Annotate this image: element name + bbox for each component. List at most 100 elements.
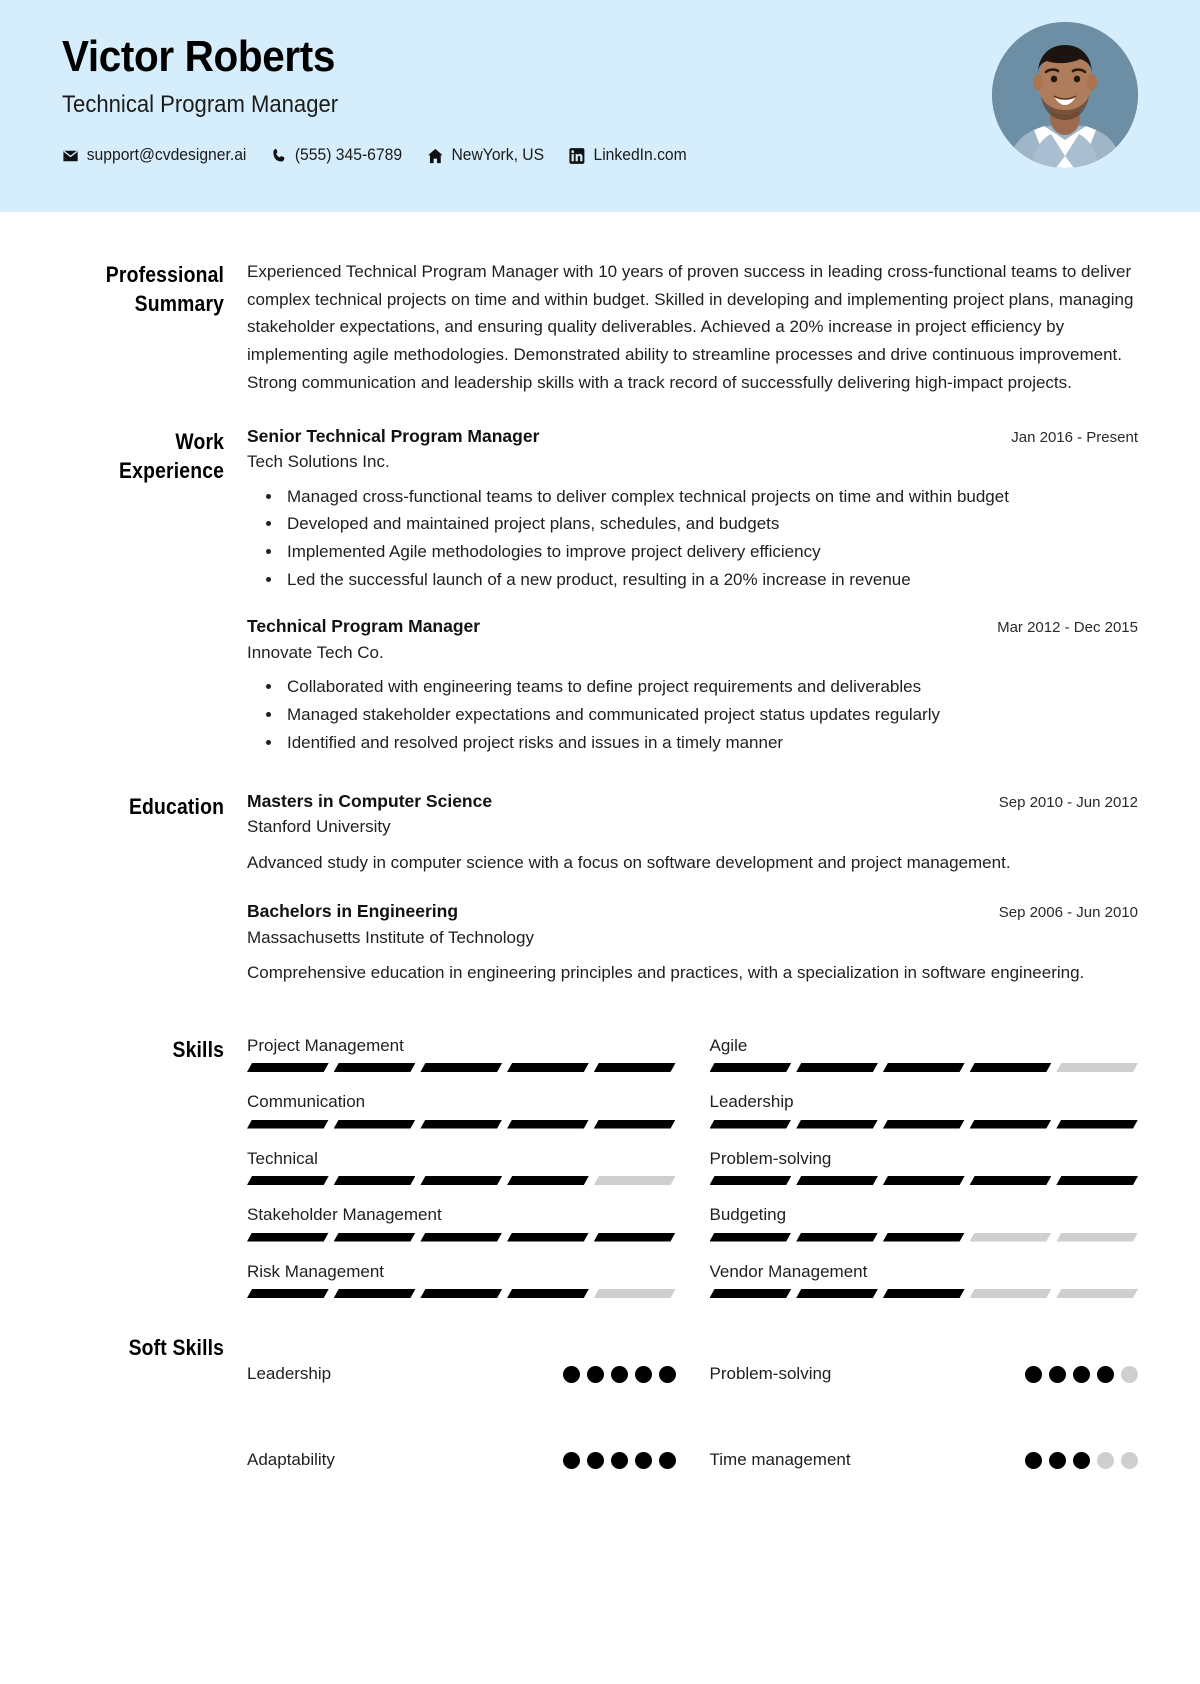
summary-text: Experienced Technical Program Manager wi…: [247, 262, 1134, 392]
skill-level-segment: [796, 1120, 878, 1129]
skill-item: Vendor Management: [709, 1259, 1139, 1316]
section-label-soft-skills: Soft Skills: [128, 1335, 225, 1360]
soft-skill-dot: [1073, 1365, 1090, 1383]
soft-skill-dot: [610, 1365, 628, 1383]
skill-name: Budgeting: [709, 1205, 787, 1224]
skill-level-segment: [594, 1289, 676, 1298]
education-entry: Masters in Computer Science Sep 2010 - J…: [247, 790, 1138, 876]
skill-item: Agile: [709, 1033, 1139, 1090]
skill-item: Technical: [247, 1146, 676, 1203]
section-skills: Skills Project Management Agile Communicat…: [62, 1033, 1138, 1316]
skill-name: Agile: [709, 1035, 748, 1055]
experience-bullets: Managed cross-functional teams to delive…: [283, 484, 1138, 593]
experience-title: Senior Technical Program Manager: [247, 425, 540, 446]
soft-skill-dot: [562, 1451, 580, 1469]
soft-skill-dot: [1121, 1451, 1138, 1469]
skill-level-segment: [507, 1289, 589, 1298]
skill-level-segment: [970, 1120, 1052, 1129]
skill-level-segment: [796, 1233, 878, 1242]
soft-skill-dot: [658, 1365, 676, 1383]
section-soft-skills: Soft Skills Leadership Problem-solving Ada…: [62, 1331, 1138, 1503]
skill-level-bar: [247, 1289, 676, 1298]
experience-bullet: Collaborated with engineering teams to d…: [283, 674, 1138, 700]
soft-skills-grid: Leadership Problem-solving Adaptability Tim…: [247, 1331, 1138, 1503]
skill-level-segment: [334, 1120, 416, 1129]
phone-icon: [271, 147, 287, 164]
candidate-name: Victor Roberts: [62, 32, 336, 81]
experience-bullet: Developed and maintained project plans, …: [283, 511, 1138, 537]
skill-level-segment: [247, 1233, 329, 1242]
experience-bullet: Managed cross-functional teams to delive…: [283, 484, 1138, 510]
skill-level-segment: [1056, 1063, 1138, 1072]
soft-skill-name: Time management: [709, 1450, 851, 1469]
soft-skill-item: Time management: [709, 1417, 1138, 1503]
skill-level-segment: [970, 1289, 1052, 1298]
skill-level-segment: [507, 1063, 589, 1072]
experience-entry: Technical Program Manager Mar 2012 - Dec…: [247, 615, 1138, 756]
education-entries: Masters in Computer Science Sep 2010 - J…: [247, 790, 1138, 987]
resume-page: Victor Roberts Technical Program Manager…: [0, 0, 1200, 1684]
soft-skill-item: Adaptability: [247, 1417, 676, 1503]
skill-level-segment: [1056, 1233, 1138, 1242]
experience-organization: Innovate Tech Co.: [247, 642, 384, 662]
envelope-icon: [62, 147, 79, 165]
skill-level-segment: [247, 1176, 329, 1185]
skill-level-bar: [247, 1063, 676, 1072]
soft-skill-name: Leadership: [247, 1364, 332, 1383]
soft-skill-dot: [634, 1365, 652, 1383]
experience-entry: Senior Technical Program Manager Jan 201…: [247, 425, 1138, 593]
skill-level-segment: [796, 1289, 878, 1298]
skill-level-segment: [247, 1289, 329, 1298]
skill-level-bar: [710, 1289, 1139, 1298]
skill-level-segment: [420, 1289, 502, 1298]
contact-email-label: support@cvdesigner.ai: [86, 146, 247, 164]
soft-skill-dot: [634, 1451, 652, 1469]
experience-date: Mar 2012 - Dec 2015: [997, 618, 1138, 636]
experience-bullet: Led the successful launch of a new produ…: [283, 567, 1138, 593]
experience-title: Technical Program Manager: [247, 615, 481, 636]
contact-email[interactable]: support@cvdesigner.ai: [62, 146, 246, 165]
skill-level-segment: [710, 1120, 792, 1129]
avatar: [992, 22, 1138, 168]
skill-name: Problem-solving: [709, 1148, 832, 1168]
skills-grid: Project Management Agile Communication Lead…: [247, 1033, 1138, 1316]
experience-bullet: Implemented Agile methodologies to impro…: [283, 539, 1138, 565]
skill-level-bar: [710, 1120, 1139, 1129]
skill-name: Stakeholder Management: [247, 1205, 442, 1224]
education-date: Sep 2010 - Jun 2012: [998, 793, 1138, 811]
soft-skill-rating: [1025, 1365, 1138, 1383]
skill-level-segment: [507, 1120, 589, 1129]
soft-skill-dot: [586, 1365, 604, 1383]
skill-level-segment: [1056, 1176, 1138, 1185]
skill-level-bar: [710, 1233, 1139, 1242]
skill-item: Risk Management: [247, 1259, 676, 1316]
contact-location[interactable]: NewYork, US: [427, 146, 544, 165]
soft-skill-rating: [562, 1451, 676, 1469]
skill-level-segment: [507, 1233, 589, 1242]
skill-level-segment: [420, 1063, 502, 1072]
skill-level-segment: [594, 1176, 676, 1185]
skill-level-segment: [883, 1233, 965, 1242]
soft-skill-dot: [1025, 1365, 1042, 1383]
skill-level-segment: [796, 1063, 878, 1072]
skill-level-segment: [970, 1063, 1052, 1072]
soft-skill-dot: [1097, 1451, 1114, 1469]
contact-linkedin[interactable]: LinkedIn.com: [569, 146, 687, 165]
education-date: Sep 2006 - Jun 2010: [998, 904, 1138, 922]
soft-skill-dot: [1025, 1451, 1042, 1469]
skill-item: Budgeting: [709, 1202, 1139, 1259]
section-label-education: Education: [128, 793, 225, 819]
soft-skill-dot: [658, 1451, 676, 1469]
contact-phone[interactable]: (555) 345-6789: [271, 146, 402, 165]
skill-level-segment: [1056, 1289, 1138, 1298]
skill-level-segment: [594, 1063, 676, 1072]
skill-level-bar: [247, 1233, 676, 1242]
skill-level-segment: [420, 1233, 502, 1242]
skill-level-segment: [507, 1176, 589, 1185]
candidate-job-title: Technical Program Manager: [62, 91, 339, 118]
skill-item: Communication: [247, 1089, 676, 1146]
education-title: Masters in Computer Science: [247, 790, 493, 811]
skill-level-segment: [710, 1176, 792, 1185]
section-work-experience: Work Experience Senior Technical Program…: [62, 425, 1138, 758]
contact-row: support@cvdesigner.ai (555) 345-6789 New…: [62, 146, 687, 165]
